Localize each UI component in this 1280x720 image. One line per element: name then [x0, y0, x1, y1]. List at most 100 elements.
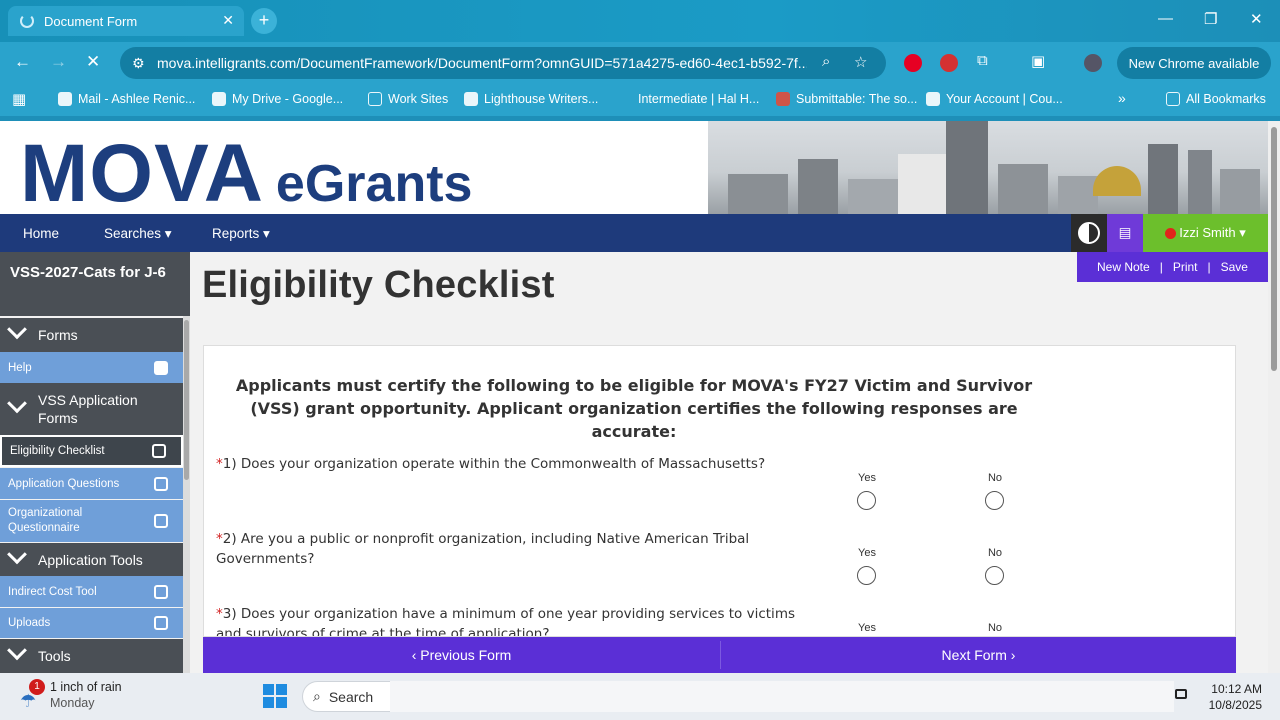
close-tab-icon[interactable]: ✕ — [222, 12, 234, 29]
tab-search-icon[interactable]: ▣ — [1031, 52, 1045, 70]
weather-widget[interactable]: 1 ☂ 1 inch of rain Monday — [20, 679, 122, 711]
section-vss-forms[interactable]: VSS Application Forms — [0, 383, 183, 435]
hal-icon — [618, 92, 632, 106]
q1-yes-radio[interactable] — [857, 491, 876, 510]
site-banner: MOVA eGrants — [0, 121, 1268, 219]
question-text: 1) Does your organization operate within… — [222, 456, 766, 472]
extensions-puzzle-icon[interactable]: ⧉ — [977, 52, 988, 69]
bookmark-mail[interactable]: Mail - Ashlee Renic... — [58, 92, 195, 106]
yes-label: Yes — [858, 622, 876, 634]
chevron-down-icon — [7, 393, 27, 414]
bookmark-label: Mail - Ashlee Renic... — [78, 92, 196, 106]
section-application-tools[interactable]: Application Tools — [0, 543, 183, 576]
sidebar-item-uploads[interactable]: Uploads — [0, 608, 183, 638]
nav-searches[interactable]: Searches ▾ — [104, 226, 172, 242]
restore-icon[interactable]: ❐ — [1204, 10, 1217, 28]
sidebar-item-help[interactable]: Help — [0, 352, 183, 383]
q2-yes-radio[interactable] — [857, 566, 876, 585]
checkbox-icon — [154, 584, 168, 599]
bookmark-label: Submittable: The so... — [796, 92, 918, 106]
divider: | — [1207, 260, 1211, 274]
item-label: Help — [8, 361, 32, 374]
nav-reports[interactable]: Reports ▾ — [212, 226, 270, 242]
bookmark-lighthouse[interactable]: Lighthouse Writers... — [464, 92, 598, 106]
item-label: Organizational Questionnaire — [8, 507, 83, 534]
bookmark-label: All Bookmarks — [1186, 92, 1266, 106]
mova-egrants-logo[interactable]: MOVA eGrants — [20, 127, 472, 221]
help-book-button[interactable]: ▤ — [1107, 214, 1143, 252]
q1-no-radio[interactable] — [985, 491, 1004, 510]
browser-tab[interactable]: Document Form ✕ — [8, 6, 244, 36]
user-name: Izzi Smith ▾ — [1179, 225, 1246, 240]
url-text[interactable]: mova.intelligrants.com/DocumentFramework… — [157, 55, 807, 71]
page-scrollbar[interactable] — [1268, 121, 1280, 673]
chevron-down-icon — [7, 543, 27, 564]
q2-no-radio[interactable] — [985, 566, 1004, 585]
form-actions-bar: New Note | Print | Save — [1077, 252, 1268, 282]
scrollbar-thumb[interactable] — [184, 320, 189, 480]
all-bookmarks[interactable]: All Bookmarks — [1166, 92, 1266, 106]
new-note-link[interactable]: New Note — [1097, 260, 1150, 274]
question-text: 3) Does your organization have a minimum… — [216, 606, 795, 637]
outlook-icon — [58, 92, 72, 106]
section-label: VSS Application Forms — [38, 392, 138, 426]
yes-label: Yes — [858, 547, 876, 559]
boston-skyline-image — [708, 121, 1268, 214]
checkbox-icon — [154, 616, 168, 630]
new-tab-button[interactable]: + — [251, 8, 277, 34]
more-bookmarks-icon[interactable]: » — [1118, 90, 1126, 106]
print-link[interactable]: Print — [1173, 260, 1198, 274]
previous-form-button[interactable]: ‹ Previous Form — [203, 637, 720, 673]
sidebar-item-indirect-cost[interactable]: Indirect Cost Tool — [0, 576, 183, 607]
chevron-down-icon — [7, 319, 27, 340]
no-label: No — [987, 472, 1003, 484]
chevron-down-icon — [7, 640, 27, 661]
page-title: Eligibility Checklist — [202, 264, 555, 306]
nav-home[interactable]: Home — [23, 226, 59, 241]
close-window-icon[interactable]: ✕ — [1250, 10, 1263, 28]
windows-start-icon[interactable] — [263, 684, 287, 708]
section-forms[interactable]: Forms — [0, 318, 183, 352]
project-title: VSS-2027-Cats for J-6 — [0, 252, 190, 316]
bookmark-intermediate[interactable]: Intermediate | Hal H... — [618, 92, 759, 106]
bookmark-work-sites[interactable]: Work Sites — [368, 92, 448, 106]
address-bar[interactable]: ⚙ mova.intelligrants.com/DocumentFramewo… — [120, 47, 886, 79]
sidebar-item-app-questions[interactable]: Application Questions — [0, 468, 183, 499]
apps-grid-icon[interactable]: ▦ — [12, 90, 26, 108]
bookmark-submittable[interactable]: Submittable: The so... — [776, 92, 917, 106]
site-info-icon[interactable]: ⚙ — [132, 55, 145, 72]
chrome-update-button[interactable]: New Chrome available — [1117, 47, 1271, 79]
pinterest-extension-icon[interactable] — [904, 54, 922, 72]
minimize-icon[interactable]: — — [1158, 10, 1173, 27]
next-form-button[interactable]: Next Form › — [721, 637, 1236, 673]
checked-checkbox-icon — [154, 360, 168, 375]
search-icon[interactable]: ⌕ — [822, 53, 830, 70]
eligibility-form: Applicants must certify the following to… — [203, 345, 1236, 637]
battery-icon[interactable] — [1175, 689, 1187, 699]
sidebar-item-eligibility[interactable]: Eligibility Checklist — [0, 435, 183, 467]
system-clock[interactable]: 10:12 AM 10/8/2025 — [1200, 681, 1262, 713]
search-icon: ⌕ — [313, 688, 321, 704]
user-menu-button[interactable]: Izzi Smith ▾ — [1143, 214, 1268, 252]
profile-avatar[interactable] — [1084, 54, 1102, 72]
tab-title: Document Form — [44, 13, 138, 29]
clock-date: 10/8/2025 — [1208, 698, 1262, 712]
contrast-toggle-button[interactable] — [1071, 214, 1107, 252]
taskbar-apps — [390, 681, 1174, 712]
sidebar-item-org-questionnaire[interactable]: Organizational Questionnaire — [0, 500, 183, 542]
contrast-icon — [1078, 222, 1100, 244]
forward-icon[interactable]: → — [50, 52, 67, 72]
sidebar-scrollbar[interactable] — [183, 316, 190, 673]
save-link[interactable]: Save — [1221, 260, 1248, 274]
bookmark-account[interactable]: Your Account | Cou... — [926, 92, 1063, 106]
back-icon[interactable]: ← — [14, 52, 31, 72]
bookmark-label: Lighthouse Writers... — [484, 92, 599, 106]
scrollbar-thumb[interactable] — [1271, 127, 1277, 371]
bookmark-drive[interactable]: My Drive - Google... — [212, 92, 343, 106]
bookmark-star-icon[interactable]: ☆ — [854, 53, 867, 71]
extension-icon[interactable] — [940, 54, 958, 72]
section-tools[interactable]: Tools — [0, 639, 183, 673]
taskbar-search[interactable]: ⌕ Search — [302, 681, 390, 712]
stop-loading-icon[interactable]: ✕ — [86, 52, 100, 72]
clock-time: 10:12 AM — [1211, 682, 1262, 696]
